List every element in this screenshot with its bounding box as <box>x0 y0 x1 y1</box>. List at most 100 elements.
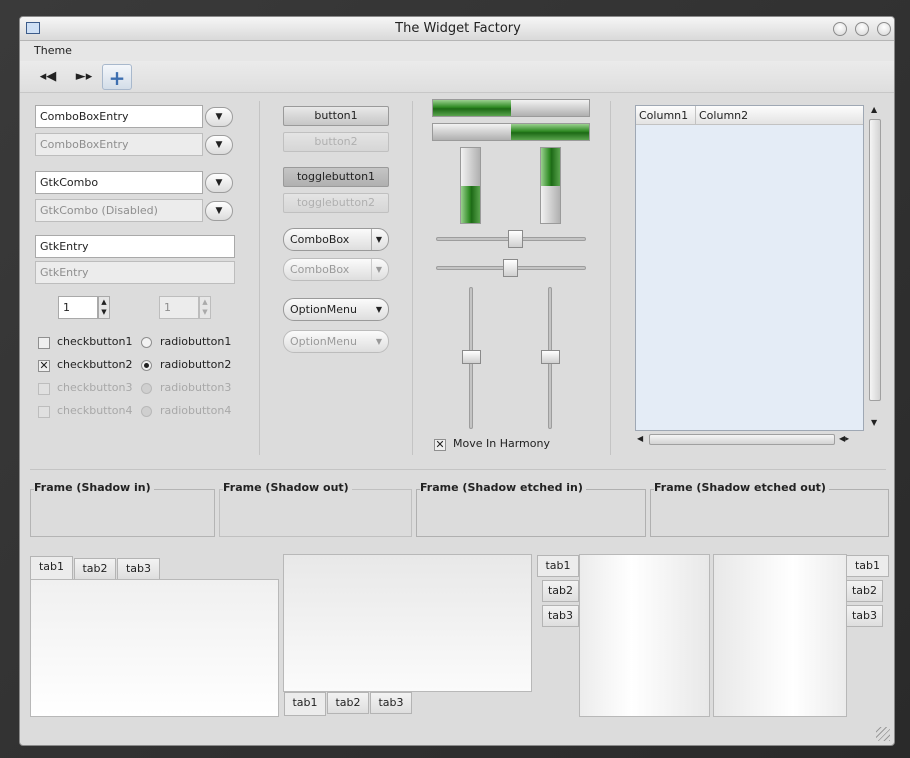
frame-shadow-out <box>219 489 412 537</box>
notebook2-tab1[interactable]: tab1 <box>284 692 326 716</box>
gtk-entry[interactable]: GtkEntry <box>35 235 235 258</box>
radiobutton4-label: radiobutton4 <box>160 404 232 417</box>
add-icon[interactable]: + <box>102 64 132 90</box>
separator <box>412 101 413 455</box>
tree-view[interactable]: Column1 Column2 <box>635 105 864 431</box>
spin-button-disabled-arrows: ▲ ▼ <box>199 296 211 319</box>
radiobutton1-dot[interactable] <box>141 337 152 348</box>
forward-icon[interactable]: ►▸ <box>70 64 98 90</box>
button1[interactable]: button1 <box>283 106 389 126</box>
frame-shadow-etched-out <box>650 489 889 537</box>
combobox-entry-disabled: ComboBoxEntry <box>35 133 203 156</box>
frame-shadow-etched-out-label: Frame (Shadow etched out) <box>654 481 829 494</box>
progress-bar-v1-rest <box>461 148 480 186</box>
radiobutton2-dot[interactable] <box>141 360 152 371</box>
hscale1-slider[interactable] <box>508 230 523 248</box>
tree-vscrollbar-thumb[interactable] <box>869 119 881 401</box>
maximize-button[interactable] <box>855 22 869 36</box>
progress-bar-h2-rest <box>433 124 511 140</box>
notebook3-tab1[interactable]: tab1 <box>537 555 579 577</box>
gtk-combo[interactable]: GtkCombo <box>35 171 203 194</box>
spin-button-disabled: 1 <box>159 296 199 319</box>
option-menu-label: OptionMenu <box>290 303 357 316</box>
progress-bar-v2-rest <box>541 185 560 223</box>
toolbar: ◂◀ ►▸ + <box>20 61 894 93</box>
gtk-combo-arrow[interactable]: ▼ <box>205 173 233 193</box>
option-menu-disabled-arrow-icon: ▼ <box>375 337 382 346</box>
notebook1-tab1[interactable]: tab1 <box>30 556 73 580</box>
tree-header-column2[interactable]: Column2 <box>696 106 863 125</box>
title-bar[interactable]: The Widget Factory <box>20 17 894 41</box>
frame-shadow-in-label: Frame (Shadow in) <box>34 481 154 494</box>
checkbutton1-box[interactable] <box>38 337 50 349</box>
option-menu-disabled: OptionMenu ▼ <box>283 330 389 353</box>
option-menu-arrow-icon: ▼ <box>375 305 382 314</box>
combobox-arrow-icon: ▼ <box>370 229 382 250</box>
combobox[interactable]: ComboBox ▼ <box>283 228 389 251</box>
notebook3-tab2[interactable]: tab2 <box>542 580 579 602</box>
scroll-left-arrow-icon[interactable]: ◀ <box>637 434 643 443</box>
notebook2-tab3[interactable]: tab3 <box>370 692 412 714</box>
checkbutton1-label: checkbutton1 <box>57 335 133 348</box>
vscale2-slider[interactable] <box>541 350 560 364</box>
frame-shadow-etched-in-label: Frame (Shadow etched in) <box>420 481 586 494</box>
window-title: The Widget Factory <box>395 21 521 36</box>
gtk-entry-disabled: GtkEntry <box>35 261 235 284</box>
checkbutton4-box <box>38 406 50 418</box>
scroll-up-arrow-icon[interactable]: ▲ <box>871 105 877 114</box>
frame-shadow-in <box>30 489 215 537</box>
notebook4-tab3[interactable]: tab3 <box>846 605 883 627</box>
radiobutton2-label: radiobutton2 <box>160 358 232 371</box>
notebook3-tab3[interactable]: tab3 <box>542 605 579 627</box>
progress-bar-h2-fill <box>511 124 589 140</box>
combobox-disabled-arrow-icon: ▼ <box>370 259 382 280</box>
spin-button-arrows[interactable]: ▲ ▼ <box>98 296 110 319</box>
notebook1-tab2[interactable]: tab2 <box>74 558 116 580</box>
progress-bar-h1-rest <box>511 100 589 116</box>
option-menu[interactable]: OptionMenu ▼ <box>283 298 389 321</box>
tree-hscrollbar-thumb[interactable] <box>649 434 835 445</box>
checkbutton2-box[interactable]: ✕ <box>38 360 50 372</box>
scroll-down-arrow-icon[interactable]: ▼ <box>871 418 877 427</box>
combobox-label: ComboBox <box>290 233 350 246</box>
move-in-harmony-label: Move In Harmony <box>453 437 550 450</box>
scroll-right-arrow-icon[interactable]: ◀▸ <box>839 434 849 443</box>
notebook1-page <box>30 579 279 717</box>
tree-hscrollbar[interactable]: ◀ ◀▸ <box>635 433 864 447</box>
move-in-harmony-checkbox[interactable]: ✕ <box>434 439 446 451</box>
notebook4-tab1[interactable]: tab1 <box>846 555 889 577</box>
radiobutton4-dot <box>141 406 152 417</box>
notebook4-tab2[interactable]: tab2 <box>846 580 883 602</box>
separator <box>30 469 886 470</box>
back-icon[interactable]: ◂◀ <box>34 64 62 90</box>
checkbutton3-box <box>38 383 50 395</box>
close-button[interactable] <box>877 22 891 36</box>
frame-shadow-out-label: Frame (Shadow out) <box>223 481 352 494</box>
menu-theme[interactable]: Theme <box>34 44 72 57</box>
combobox-entry-arrow[interactable]: ▼ <box>205 107 233 127</box>
notebook1-tab3[interactable]: tab3 <box>117 558 160 580</box>
progress-bar-h2 <box>432 123 590 141</box>
tree-header-column1[interactable]: Column1 <box>636 106 696 125</box>
progress-bar-v2-fill <box>541 148 560 186</box>
spin-button[interactable]: 1 <box>58 296 98 319</box>
separator <box>259 101 260 455</box>
gtk-combo-disabled-arrow: ▼ <box>205 201 233 221</box>
combobox-entry[interactable]: ComboBoxEntry <box>35 105 203 128</box>
hscale2-slider[interactable] <box>503 259 518 277</box>
togglebutton1[interactable]: togglebutton1 <box>283 167 389 187</box>
separator <box>610 101 611 455</box>
notebook2-tab2[interactable]: tab2 <box>327 692 369 714</box>
tree-vscrollbar[interactable]: ▲ ▼ <box>868 105 882 431</box>
minimize-button[interactable] <box>833 22 847 36</box>
checkbutton3-label: checkbutton3 <box>57 381 133 394</box>
vscale1-slider[interactable] <box>462 350 481 364</box>
notebook3-page <box>579 554 710 717</box>
option-menu-disabled-label: OptionMenu <box>290 335 357 348</box>
combobox-disabled: ComboBox ▼ <box>283 258 389 281</box>
checkbutton2-label: checkbutton2 <box>57 358 133 371</box>
radiobutton3-label: radiobutton3 <box>160 381 232 394</box>
button2: button2 <box>283 132 389 152</box>
notebook2-page <box>283 554 532 692</box>
resize-grip-icon[interactable] <box>876 727 890 741</box>
